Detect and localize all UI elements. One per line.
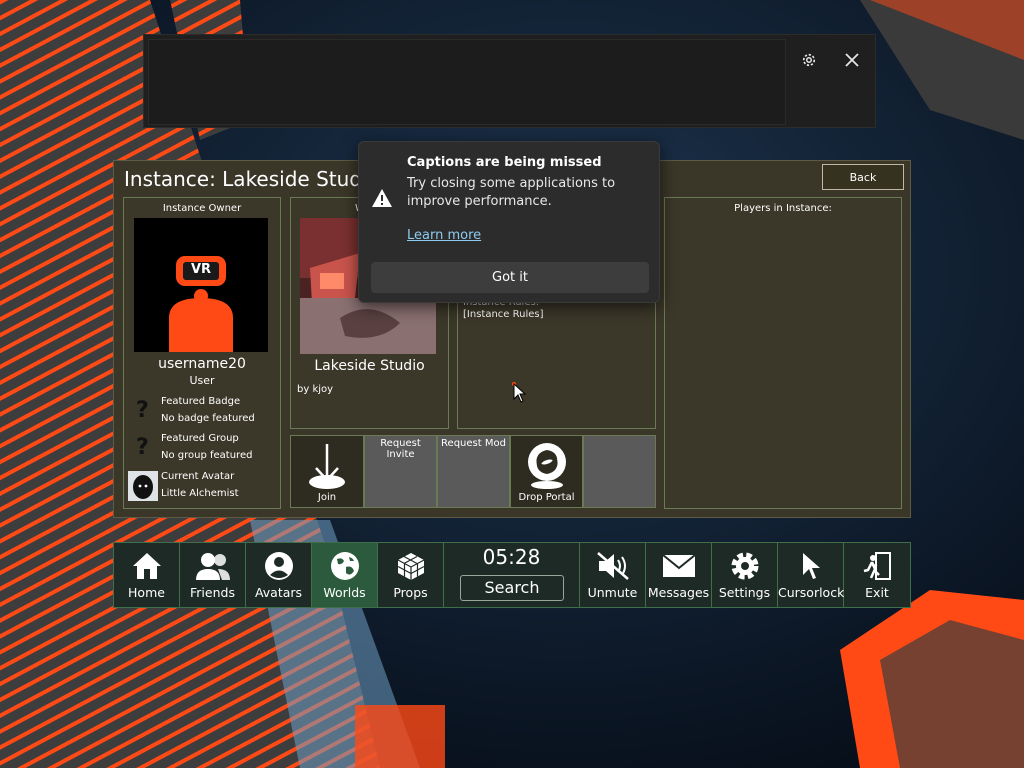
question-icon: ? (136, 398, 149, 423)
unmute-button[interactable]: Unmute (580, 543, 646, 607)
live-captions-bar (143, 34, 876, 128)
home-icon (114, 551, 179, 581)
avatar[interactable]: VR (134, 218, 268, 352)
muted-speaker-icon (580, 551, 645, 581)
empty-action-slot (583, 435, 656, 508)
instance-owner-card: Instance Owner VR username20 User ? Feat… (123, 197, 281, 509)
messages-button[interactable]: Messages (646, 543, 712, 607)
captions-text-area (148, 39, 786, 125)
avatars-label: Avatars (254, 585, 303, 600)
captions-notification: Captions are being missed Try closing so… (358, 141, 660, 303)
request-invite-button[interactable]: Request Invite (364, 435, 437, 508)
friends-icon (180, 551, 245, 581)
current-avatar-value: Little Alchemist (161, 488, 239, 499)
join-button[interactable]: Join (290, 435, 364, 508)
request-invite-label: Request Invite (380, 438, 421, 460)
featured-group-label: Featured Group (161, 433, 239, 444)
drop-portal-label: Drop Portal (518, 492, 575, 503)
learn-more-link[interactable]: Learn more (407, 228, 481, 243)
request-mod-label: Request Mod (441, 438, 506, 449)
cursorlock-button[interactable]: Cursorlock (778, 543, 844, 607)
gear-icon[interactable] (796, 47, 822, 73)
clock-search-panel: 05:28 Search (444, 543, 580, 607)
players-header: Players in Instance: (734, 203, 832, 214)
join-download-icon (309, 444, 345, 489)
mouse-cursor-icon (513, 383, 527, 403)
players-list[interactable]: Players in Instance: (664, 197, 902, 509)
current-avatar-label: Current Avatar (161, 471, 235, 482)
props-button[interactable]: Props (378, 543, 444, 607)
featured-group-value: No group featured (161, 450, 253, 461)
avatar-vr-label: VR (190, 262, 212, 277)
worlds-label: Worlds (323, 585, 366, 600)
props-label: Props (393, 585, 428, 600)
worlds-button[interactable]: Worlds (312, 543, 378, 607)
clock-time: 05:28 (482, 545, 541, 569)
join-label: Join (317, 492, 337, 503)
request-mod-button[interactable]: Request Mod (437, 435, 510, 508)
unmute-label: Unmute (587, 585, 638, 600)
friends-label: Friends (190, 585, 235, 600)
owner-header: Instance Owner (162, 203, 242, 214)
home-label: Home (128, 585, 165, 600)
rules-value: [Instance Rules] (463, 309, 544, 320)
cursorlock-label: Cursorlock (778, 585, 845, 600)
drop-portal-button[interactable]: Drop Portal (510, 435, 583, 508)
world-name: Lakeside Studio (314, 358, 425, 374)
got-it-button[interactable]: Got it (371, 262, 649, 293)
close-icon[interactable] (839, 47, 865, 73)
cube-icon (378, 551, 443, 581)
notification-title: Captions are being missed (407, 155, 602, 170)
portal-icon (528, 443, 566, 489)
world-author: by kjoy (297, 384, 334, 395)
envelope-icon (646, 551, 711, 581)
home-button[interactable]: Home (114, 543, 180, 607)
owner-role: User (189, 374, 215, 387)
owner-username: username20 (158, 356, 246, 372)
gear-icon (712, 551, 777, 581)
cursor-arrow-icon (778, 551, 843, 581)
globe-icon (312, 551, 377, 581)
back-button[interactable]: Back (822, 164, 904, 190)
quick-menu-bar: Home Friends Avatars Worlds Props 05:28 … (113, 542, 911, 608)
messages-label: Messages (647, 585, 710, 600)
exit-door-icon (844, 551, 910, 581)
settings-label: Settings (718, 585, 771, 600)
notification-body: Try closing some applications to improve… (407, 176, 616, 209)
question-icon: ? (136, 435, 149, 460)
exit-label: Exit (865, 585, 889, 600)
avatars-button[interactable]: Avatars (246, 543, 312, 607)
warning-icon (372, 189, 392, 207)
search-button[interactable]: Search (460, 575, 564, 601)
page-title: Instance: Lakeside Studio ( (124, 167, 394, 191)
current-avatar-thumbnail[interactable] (128, 471, 158, 501)
settings-button[interactable]: Settings (712, 543, 778, 607)
avatars-icon (246, 551, 311, 581)
exit-button[interactable]: Exit (844, 543, 910, 607)
featured-badge-label: Featured Badge (161, 396, 241, 407)
featured-badge-value: No badge featured (161, 413, 255, 424)
friends-button[interactable]: Friends (180, 543, 246, 607)
